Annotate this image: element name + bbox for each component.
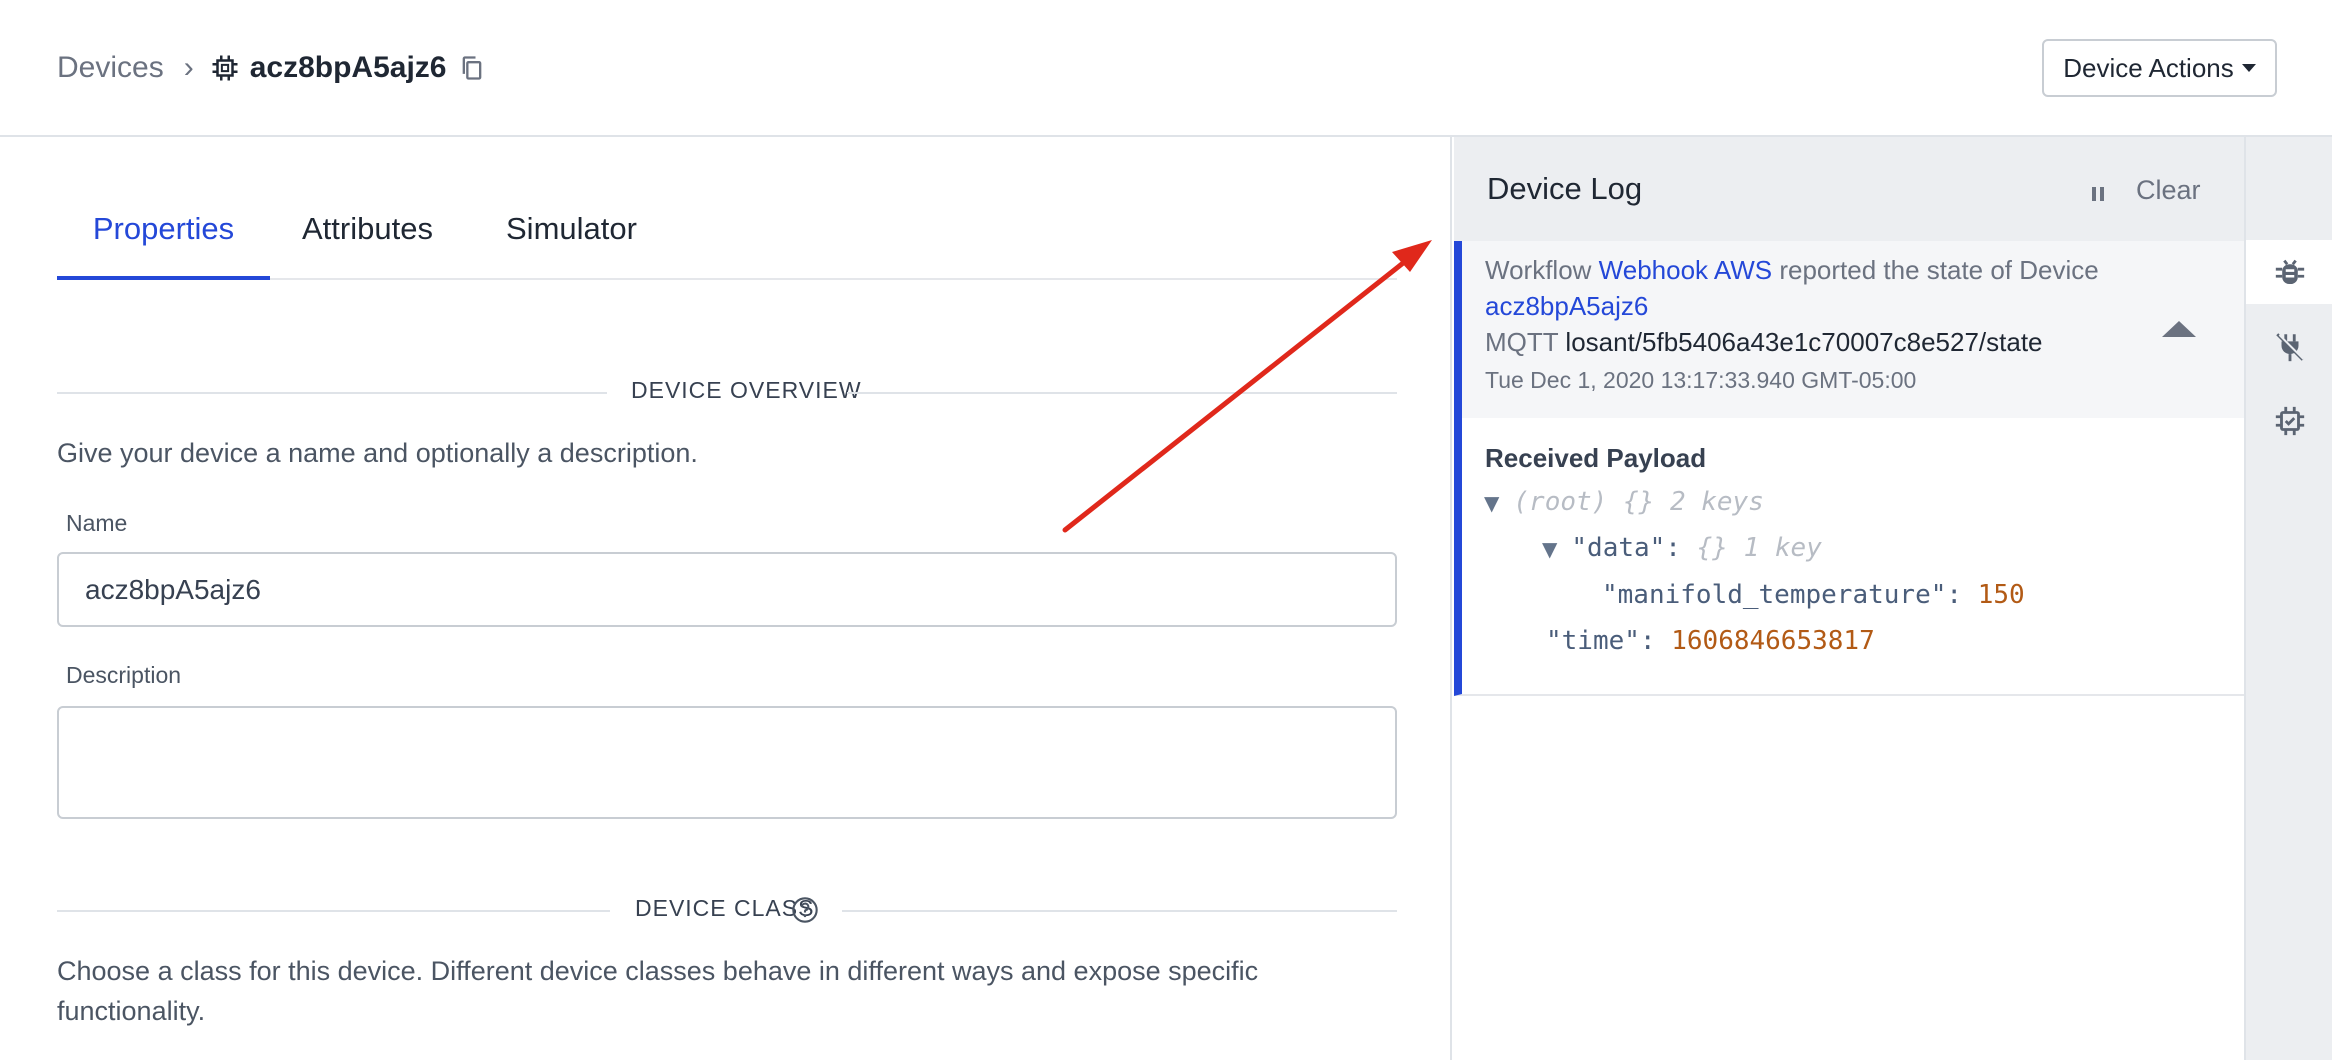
log-entry-middle: reported the state of Device (1779, 255, 2099, 285)
log-entry-timestamp: Tue Dec 1, 2020 13:17:33.940 GMT-05:00 (1485, 367, 1917, 393)
device-class-intro: Choose a class for this device. Differen… (57, 951, 1258, 1031)
breadcrumb: Devices › acz8bpA5ajz6 (57, 48, 486, 88)
temperature-value: 150 (1977, 580, 2025, 610)
protocol-label: MQTT (1485, 327, 1559, 357)
device-actions-label: Device Actions (2063, 52, 2234, 83)
data-key-count: 1 key (1743, 533, 1822, 563)
divider (842, 910, 1397, 912)
tab-properties[interactable]: Properties (57, 201, 270, 280)
tab-bar: Properties Attributes Simulator (57, 201, 1397, 280)
pause-icon[interactable] (2090, 185, 2106, 203)
device-link[interactable]: acz8bpA5ajz6 (1485, 291, 1648, 322)
device-overview-heading: DEVICE OVERVIEW (57, 377, 1397, 407)
log-entry-topic-line: MQTT losant/5fb5406a43e1c70007c8e527/sta… (1485, 327, 2043, 358)
received-payload-title: Received Payload (1485, 443, 1707, 473)
divider (57, 910, 610, 912)
copy-icon[interactable] (458, 54, 486, 82)
device-class-intro-line2: functionality. (57, 996, 206, 1026)
topic-value: losant/5fb5406a43e1c70007c8e527/state (1565, 327, 2043, 357)
bug-icon (2275, 259, 2305, 285)
device-class-intro-line1: Choose a class for this device. Differen… (57, 956, 1259, 986)
chevron-down-icon (2241, 64, 2256, 72)
tab-simulator[interactable]: Simulator (506, 201, 637, 280)
payload-temperature-row: "manifold_temperature": 150 (1602, 580, 2025, 610)
breadcrumb-devices-link[interactable]: Devices (57, 51, 164, 85)
expand-triangle-icon[interactable]: ▼ (1484, 491, 1499, 515)
payload-root-node[interactable]: ▼ (root) {} 2 keys (1484, 487, 1764, 517)
device-properties-panel: Properties Attributes Simulator DEVICE O… (0, 137, 1452, 1060)
divider (57, 392, 607, 394)
time-value: 1606846653817 (1671, 626, 1875, 656)
temperature-key: "manifold_temperature": (1602, 580, 1963, 610)
rail-debug-button[interactable] (2246, 240, 2332, 304)
payload-time-row: "time": 1606846653817 (1546, 626, 1875, 656)
data-key: "data": (1571, 533, 1681, 563)
collapse-arrow-icon[interactable] (2162, 321, 2196, 337)
expand-triangle-icon[interactable]: ▼ (1542, 537, 1557, 561)
root-label: (root) (1513, 487, 1608, 517)
device-log-panel: Device Log Clear Workflow Webhook AWS re… (1454, 137, 2244, 1060)
log-entry-message: Workflow Webhook AWS reported the state … (1485, 255, 2099, 286)
chip-icon (212, 55, 238, 81)
rail-device-button[interactable] (2246, 389, 2332, 453)
description-textarea[interactable] (57, 706, 1397, 819)
device-chip-icon (2275, 406, 2305, 436)
log-entry-prefix: Workflow (1485, 255, 1592, 285)
device-class-heading: DEVICE CLASS (57, 895, 1397, 925)
page-header: Devices › acz8bpA5ajz6 Device Actions (0, 0, 2332, 137)
clear-button[interactable]: Clear (2136, 175, 2201, 206)
help-icon[interactable] (791, 896, 819, 924)
device-overview-title: DEVICE OVERVIEW (631, 377, 862, 403)
divider (847, 392, 1397, 394)
description-label: Description (66, 662, 182, 688)
device-overview-intro: Give your device a name and optionally a… (57, 438, 698, 468)
breadcrumb-device-name: acz8bpA5ajz6 (249, 51, 447, 84)
tab-attributes[interactable]: Attributes (302, 201, 433, 280)
name-input[interactable] (57, 552, 1397, 627)
device-log-title: Device Log (1487, 171, 1643, 206)
breadcrumb-separator: › (183, 51, 194, 84)
device-log-header: Device Log Clear (1454, 137, 2244, 241)
right-icon-rail (2244, 137, 2332, 1060)
data-type: {} (1696, 533, 1728, 563)
device-actions-button[interactable]: Device Actions (2042, 39, 2277, 97)
root-key-count: 2 keys (1669, 487, 1764, 517)
payload-data-node[interactable]: ▼ "data": {} 1 key (1542, 533, 1822, 563)
workflow-link[interactable]: Webhook AWS (1599, 255, 1772, 285)
time-key: "time": (1546, 626, 1656, 656)
device-class-title: DEVICE CLASS (635, 895, 815, 921)
name-label: Name (66, 510, 128, 536)
plug-icon (2276, 333, 2305, 362)
log-entry[interactable]: Workflow Webhook AWS reported the state … (1454, 241, 2244, 696)
rail-connection-button[interactable] (2246, 315, 2332, 379)
root-type: {} (1622, 487, 1655, 517)
log-entry-summary: Workflow Webhook AWS reported the state … (1462, 241, 2244, 418)
